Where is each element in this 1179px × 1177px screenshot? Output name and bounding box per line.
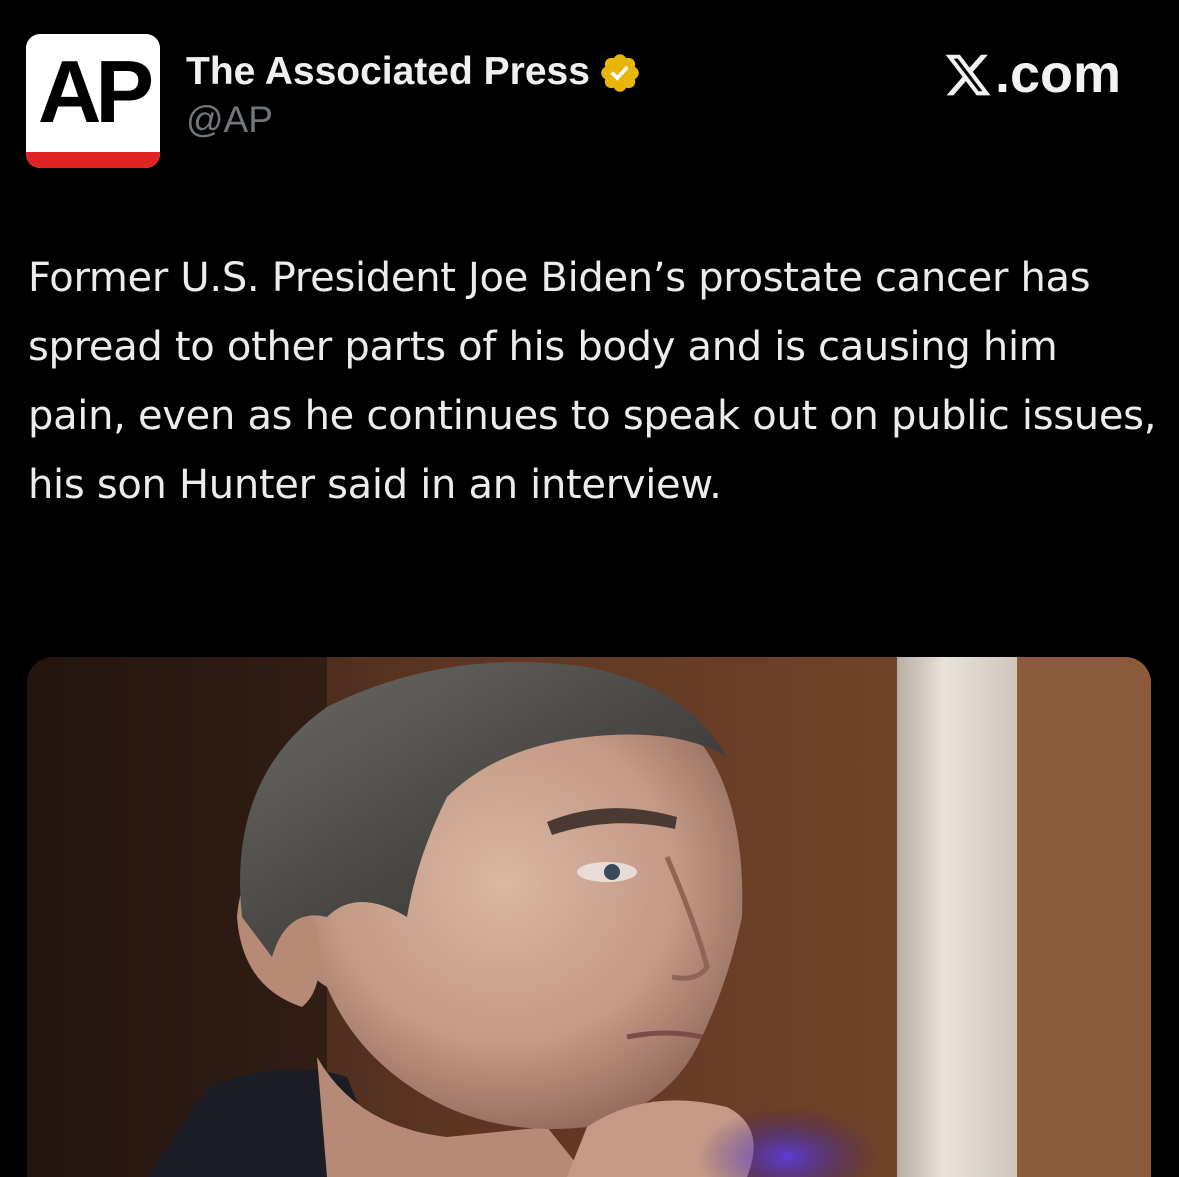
verified-badge-icon: [598, 51, 642, 95]
author-avatar[interactable]: AP: [26, 34, 160, 168]
post-text: Former U.S. President Joe Biden’s prosta…: [28, 255, 1157, 508]
source-label: .com: [994, 44, 1121, 104]
ap-logo-text: AP: [37, 42, 154, 141]
post-card: AP The Associated Press @AP .com Former …: [0, 0, 1179, 1177]
source-link[interactable]: .com: [943, 44, 1121, 104]
author-display-name[interactable]: The Associated Press: [186, 48, 590, 96]
x-logo-icon: [943, 50, 993, 100]
author-name-row[interactable]: The Associated Press: [186, 48, 642, 96]
author-handle[interactable]: @AP: [186, 98, 642, 142]
ap-logo-red-bar: [26, 152, 160, 168]
author-block: The Associated Press @AP: [186, 48, 642, 142]
post-media-photo[interactable]: [27, 657, 1151, 1177]
